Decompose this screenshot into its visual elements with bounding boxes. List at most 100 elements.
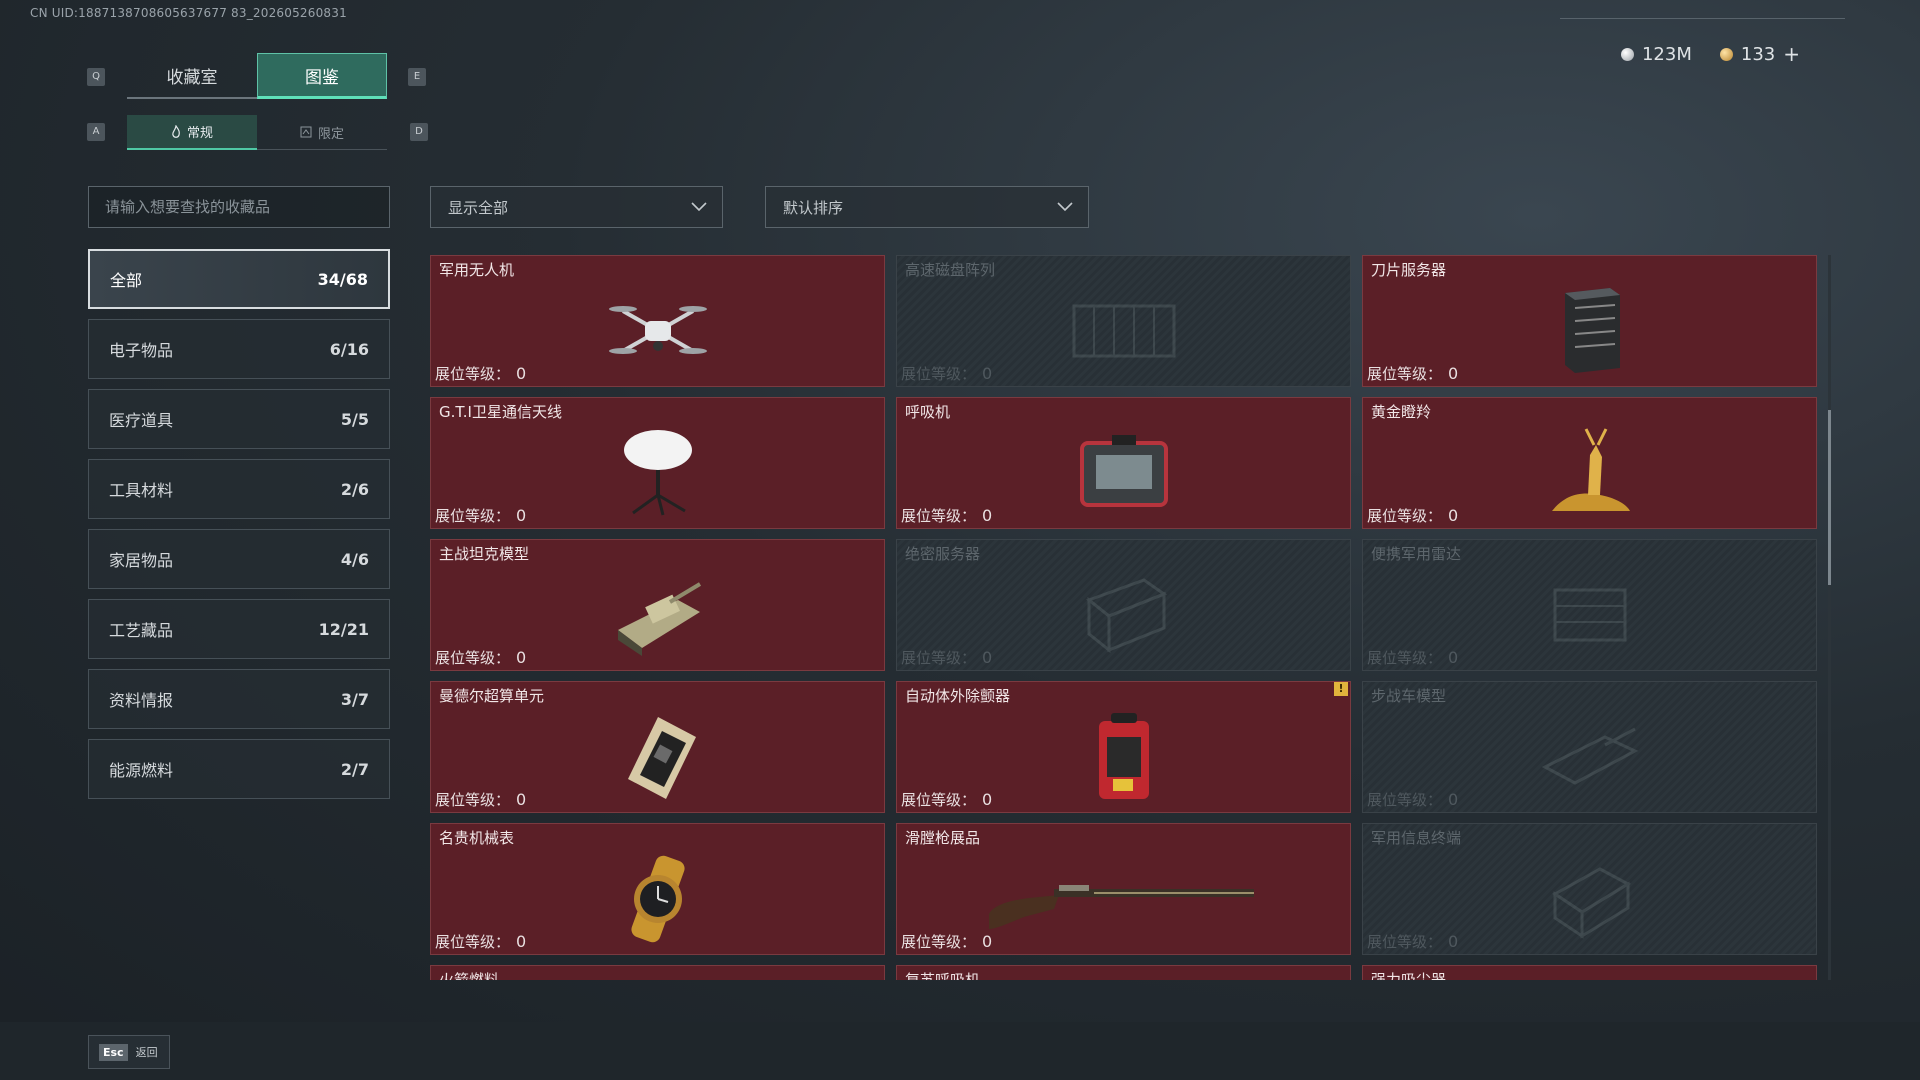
level-label: 展位等级： bbox=[1367, 507, 1443, 525]
sub-tabs: 常规 限定 bbox=[127, 115, 387, 150]
flame-icon bbox=[172, 124, 180, 138]
level-value: 0 bbox=[516, 506, 527, 525]
collection-card[interactable]: 步战车模型 展位等级： 0 bbox=[1362, 681, 1817, 813]
currency-bar: 123M 133 + bbox=[1620, 42, 1800, 66]
collection-card[interactable]: 呼吸机 展位等级： 0 bbox=[896, 397, 1351, 529]
defibrillator-icon bbox=[1098, 713, 1149, 800]
collection-card[interactable]: 便携军用雷达 展位等级： 0 bbox=[1362, 539, 1817, 671]
item-name: 军用信息终端 bbox=[1371, 829, 1462, 847]
collection-card[interactable]: 曼德尔超算单元 展位等级： 0 bbox=[430, 681, 885, 813]
booth-level: 展位等级： 0 bbox=[435, 789, 526, 810]
level-value: 0 bbox=[1448, 506, 1459, 525]
collection-card[interactable]: 名贵机械表 展位等级： 0 bbox=[430, 823, 885, 955]
level-value: 0 bbox=[982, 648, 993, 667]
category-name: 工艺藏品 bbox=[109, 621, 174, 640]
collection-card[interactable]: 高速磁盘阵列 展位等级： 0 bbox=[896, 255, 1351, 387]
display-filter-value: 显示全部 bbox=[448, 198, 509, 217]
tab-collection-room[interactable]: 收藏室 bbox=[127, 53, 257, 99]
collection-card[interactable]: 绝密服务器 展位等级： 0 bbox=[896, 539, 1351, 671]
collection-card[interactable]: 强力吸尘器 展位等级：0 bbox=[1362, 965, 1817, 980]
level-value: 0 bbox=[516, 932, 527, 951]
subtab-limited[interactable]: 限定 bbox=[257, 115, 387, 150]
next-tab-key[interactable]: E bbox=[408, 68, 426, 86]
back-button[interactable]: Esc 返回 bbox=[88, 1035, 170, 1069]
category-item[interactable]: 医疗道具 5/5 bbox=[88, 389, 390, 449]
collection-card[interactable]: 火箭燃料 展位等级：0 bbox=[430, 965, 885, 980]
collection-card[interactable]: 自动体外除颤器 ! 展位等级： 0 bbox=[896, 681, 1351, 813]
booth-level: 展位等级： 0 bbox=[435, 647, 526, 668]
collection-card[interactable]: 复苏呼吸机 展位等级：0 bbox=[896, 965, 1351, 980]
category-item[interactable]: 全部 34/68 bbox=[88, 249, 390, 309]
collection-card[interactable]: 主战坦克模型 展位等级： 0 bbox=[430, 539, 885, 671]
collection-card[interactable]: 滑膛枪展品 展位等级： 0 bbox=[896, 823, 1351, 955]
item-name: 滑膛枪展品 bbox=[905, 829, 981, 847]
chevron-down-icon bbox=[691, 202, 707, 212]
scrollbar-track[interactable] bbox=[1828, 255, 1831, 980]
level-label: 展位等级： bbox=[1367, 365, 1443, 383]
category-item[interactable]: 能源燃料 2/7 bbox=[88, 739, 390, 799]
item-name: 主战坦克模型 bbox=[439, 545, 530, 563]
subtab-limited-label: 限定 bbox=[317, 126, 344, 142]
add-currency-button[interactable]: + bbox=[1783, 42, 1800, 66]
level-value: 0 bbox=[982, 790, 993, 809]
item-name: 名贵机械表 bbox=[439, 829, 515, 847]
booth-level: 展位等级： 0 bbox=[901, 931, 992, 952]
level-label: 展位等级： bbox=[435, 365, 511, 383]
prev-subtab-key[interactable]: A bbox=[87, 123, 105, 141]
level-value: 0 bbox=[1448, 648, 1459, 667]
level-value: 0 bbox=[516, 364, 527, 383]
level-value: 0 bbox=[516, 790, 527, 809]
back-label: 返回 bbox=[135, 1046, 158, 1059]
category-name: 资料情报 bbox=[109, 691, 174, 710]
item-name: 曼德尔超算单元 bbox=[439, 687, 545, 705]
sort-value: 默认排序 bbox=[783, 198, 844, 217]
player-uid: CN UID:1887138708605637677 83_2026052608… bbox=[30, 6, 347, 20]
collection-card[interactable]: 军用信息终端 展位等级： 0 bbox=[1362, 823, 1817, 955]
booth-level: 展位等级： 0 bbox=[435, 363, 526, 384]
prev-tab-key[interactable]: Q bbox=[87, 68, 105, 86]
category-name: 家居物品 bbox=[109, 551, 174, 570]
collection-card[interactable]: 刀片服务器 展位等级： 0 bbox=[1362, 255, 1817, 387]
level-value: 0 bbox=[982, 932, 993, 951]
blade-server-icon bbox=[1564, 288, 1620, 374]
category-item[interactable]: 工艺藏品 12/21 bbox=[88, 599, 390, 659]
limited-icon bbox=[300, 126, 312, 138]
category-item[interactable]: 工具材料 2/6 bbox=[88, 459, 390, 519]
category-count: 6/16 bbox=[329, 339, 369, 359]
category-count: 2/7 bbox=[340, 759, 369, 779]
silver-currency: 123M bbox=[1620, 44, 1692, 65]
search-input[interactable] bbox=[88, 186, 390, 228]
category-item[interactable]: 电子物品 6/16 bbox=[88, 319, 390, 379]
category-count: 2/6 bbox=[340, 479, 369, 499]
level-label: 展位等级： bbox=[435, 933, 511, 951]
display-filter-dropdown[interactable]: 显示全部 bbox=[430, 186, 723, 228]
chevron-down-icon bbox=[1057, 202, 1073, 212]
scrollbar-thumb[interactable] bbox=[1828, 410, 1831, 585]
category-name: 工具材料 bbox=[109, 481, 174, 500]
main-tabs: 收藏室 图鉴 bbox=[127, 53, 387, 99]
ventilator-icon bbox=[1079, 435, 1168, 508]
item-name: 呼吸机 bbox=[905, 403, 951, 421]
next-subtab-key[interactable]: D bbox=[410, 123, 428, 141]
collection-card[interactable]: 黄金瞪羚 展位等级： 0 bbox=[1362, 397, 1817, 529]
booth-level: 展位等级： 0 bbox=[1367, 363, 1458, 384]
category-item[interactable]: 家居物品 4/6 bbox=[88, 529, 390, 589]
category-name: 电子物品 bbox=[109, 341, 174, 360]
collection-card[interactable]: 军用无人机 展位等级： 0 bbox=[430, 255, 885, 387]
item-name: G.T.I卫星通信天线 bbox=[439, 403, 562, 421]
level-value: 0 bbox=[982, 364, 993, 383]
level-label: 展位等级： bbox=[435, 507, 511, 525]
gold-currency[interactable]: 133 + bbox=[1719, 42, 1800, 66]
collection-card[interactable]: G.T.I卫星通信天线 展位等级： 0 bbox=[430, 397, 885, 529]
subtab-regular[interactable]: 常规 bbox=[127, 115, 257, 150]
level-value: 0 bbox=[516, 648, 527, 667]
booth-level: 展位等级： 0 bbox=[901, 647, 992, 668]
booth-level: 展位等级： 0 bbox=[435, 931, 526, 952]
terminal-icon bbox=[1551, 867, 1631, 940]
item-name: 步战车模型 bbox=[1371, 687, 1447, 705]
tab-catalog[interactable]: 图鉴 bbox=[257, 53, 387, 99]
category-item[interactable]: 资料情报 3/7 bbox=[88, 669, 390, 729]
golden-gazelle-icon bbox=[1551, 428, 1630, 512]
item-name: 复苏呼吸机 bbox=[905, 971, 981, 980]
sort-dropdown[interactable]: 默认排序 bbox=[765, 186, 1089, 228]
